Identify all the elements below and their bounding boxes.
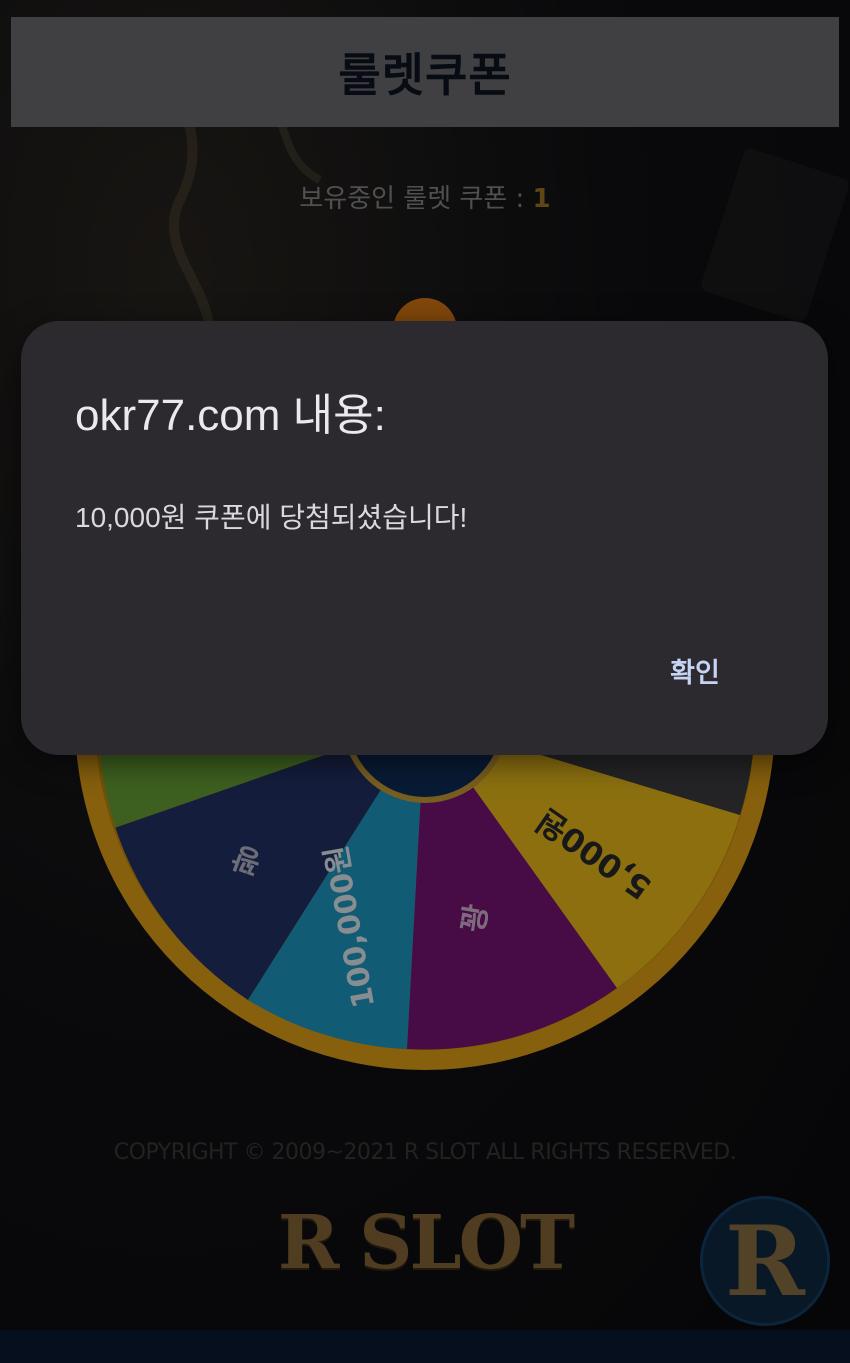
ok-button[interactable]: 확인: [649, 647, 741, 693]
r-logo-button[interactable]: R: [700, 1196, 830, 1326]
bottom-bar: [0, 1330, 850, 1363]
copyright-text: COPYRIGHT © 2009~2021 R SLOT ALL RIGHTS …: [113, 1140, 737, 1165]
dialog-message: 10,000원 쿠폰에 당첨되셨습니다!: [75, 502, 468, 533]
alert-dialog: okr77.com 내용: 10,000원 쿠폰에 당첨되셨습니다! 확인: [21, 321, 828, 755]
dialog-title: okr77.com 내용:: [75, 391, 386, 440]
